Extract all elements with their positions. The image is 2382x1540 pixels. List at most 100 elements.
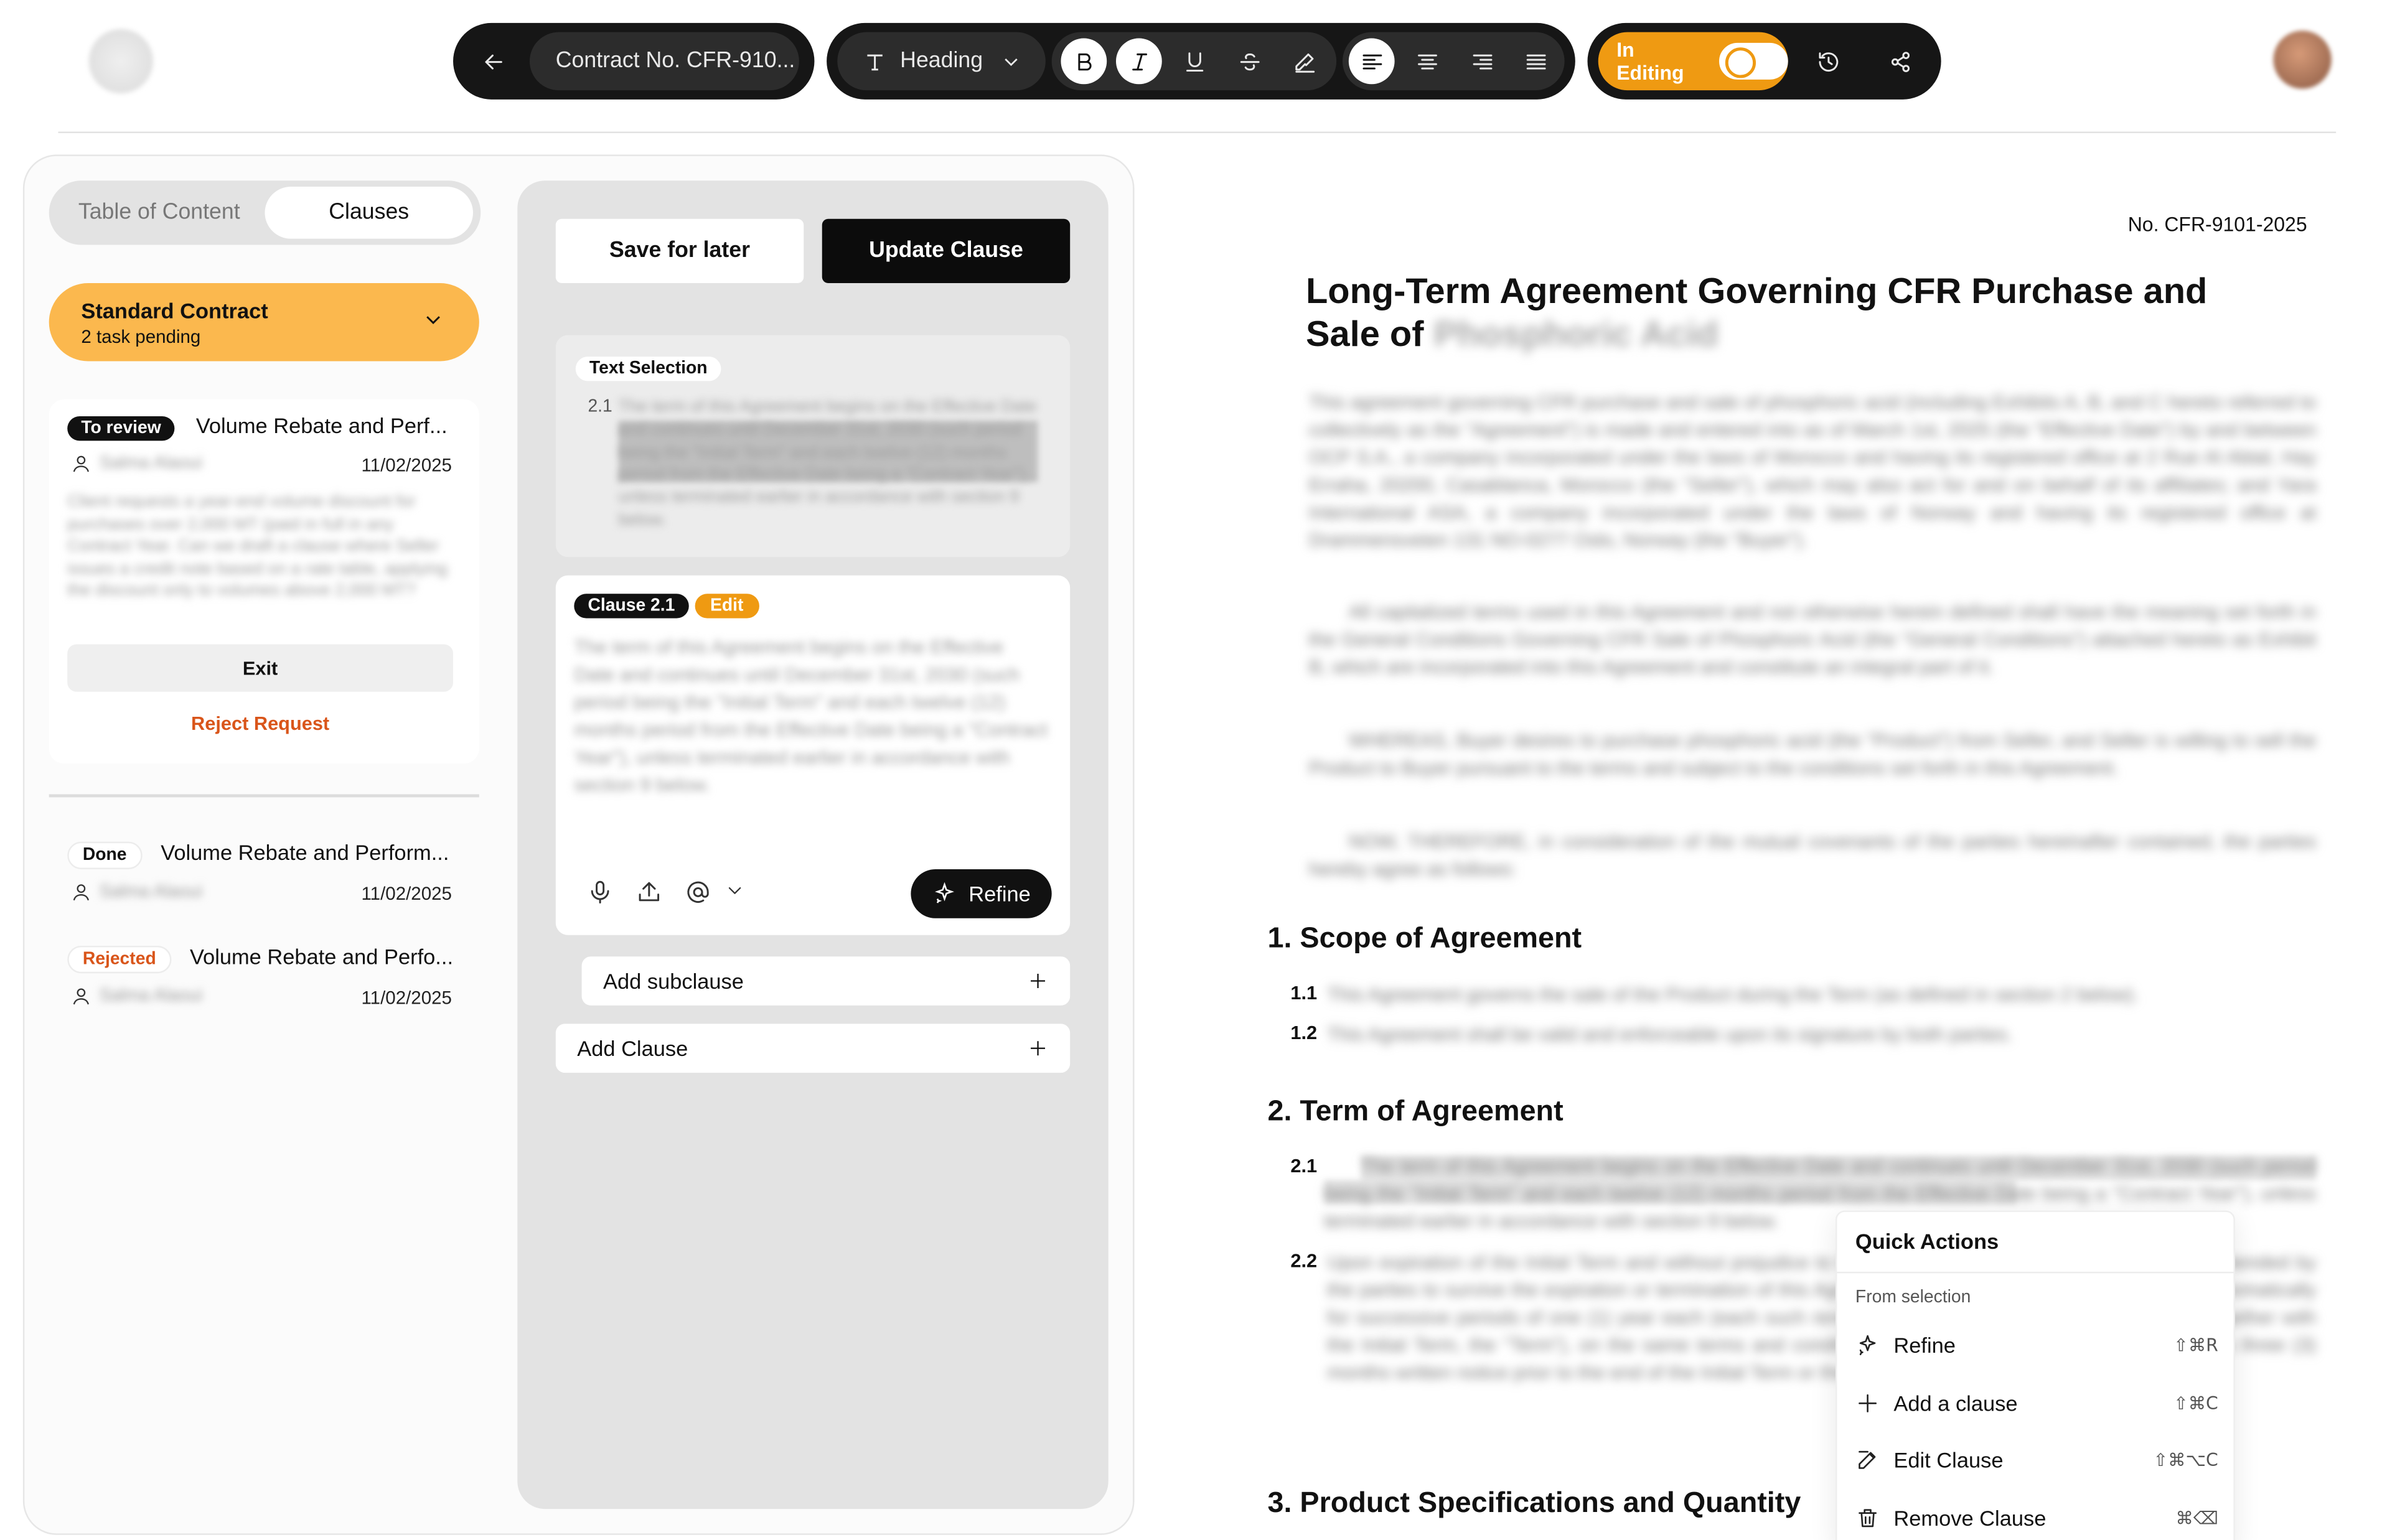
align-right-icon: [1472, 54, 1492, 69]
italic-icon: [1131, 52, 1146, 70]
back-button[interactable]: [470, 38, 516, 84]
request-description: Client requests a year-end volume discou…: [67, 492, 448, 601]
text-style-dropdown[interactable]: Heading: [837, 32, 1046, 91]
clause-edit-card: Clause 2.1 Edit The term of this Agreeme…: [555, 575, 1071, 935]
user-icon: [70, 882, 91, 903]
plus-icon: [1031, 1041, 1046, 1056]
editing-mode-toggle[interactable]: In Editing: [1598, 32, 1788, 91]
chevron-down-icon: [426, 316, 440, 325]
underline-button[interactable]: [1171, 38, 1217, 84]
plus-icon: [1859, 1394, 1877, 1412]
intro-paragraph: This agreement governing CFR purchase an…: [1308, 391, 2317, 551]
header-divider: [58, 131, 2337, 133]
clause-text[interactable]: This Agreement governs the sale of the P…: [1327, 981, 2316, 1009]
reject-request-button[interactable]: Reject Request: [67, 713, 453, 734]
align-left-button[interactable]: [1348, 38, 1395, 85]
quick-actions-title: Quick Actions: [1855, 1228, 1999, 1254]
menu-item-edit-clause[interactable]: Edit Clause ⇧⌘⌥C: [1855, 1442, 2218, 1478]
contract-title: Standard Contract: [81, 298, 268, 323]
align-right-button[interactable]: [1459, 38, 1505, 84]
rejected-badge: Rejected: [67, 945, 172, 974]
add-clause-button[interactable]: Add Clause: [555, 1024, 1071, 1073]
refine-button[interactable]: Refine: [911, 869, 1052, 918]
align-justify-button[interactable]: [1512, 38, 1559, 84]
format-group: [1051, 32, 1337, 91]
menu-item-label: Edit Clause: [1893, 1447, 2004, 1473]
menu-item-refine[interactable]: Refine ⇧⌘R: [1855, 1327, 2218, 1363]
text-style-label: Heading: [900, 49, 983, 74]
company-logo: [88, 29, 153, 94]
clause-tag: Clause 2.1: [574, 594, 689, 618]
tab-table-of-content[interactable]: Table of Content: [55, 187, 263, 239]
request-date: 11/02/2025: [361, 987, 452, 1009]
intro-paragraph: WHEREAS, Buyer desires to purchase phosp…: [1308, 730, 2317, 779]
request-date: 11/02/2025: [361, 454, 452, 476]
save-for-later-button[interactable]: Save for later: [555, 218, 804, 284]
editing-toolbar: In Editing: [1587, 22, 1941, 100]
add-subclause-button[interactable]: Add subclause: [581, 956, 1071, 1006]
add-clause-label: Add Clause: [577, 1036, 688, 1061]
strikethrough-button[interactable]: [1226, 38, 1272, 84]
to-review-badge: To review: [67, 416, 175, 441]
toggle-switch[interactable]: [1719, 42, 1788, 80]
done-badge: Done: [67, 841, 143, 869]
text-selection-tag: Text Selection: [574, 355, 723, 383]
align-center-button[interactable]: [1404, 38, 1450, 84]
section-heading: 3. Product Specifications and Quantity: [1267, 1487, 1801, 1520]
tab-clauses[interactable]: Clauses: [265, 187, 473, 239]
underline-icon: [1185, 51, 1203, 71]
more-options-dropdown[interactable]: [724, 880, 745, 901]
redacted-product-name: Phosphoric Acid: [1433, 313, 1719, 353]
arrow-left-icon: [484, 54, 502, 69]
shortcut-hint: ⇧⌘C: [2173, 1393, 2218, 1414]
user-icon: [70, 453, 91, 474]
requester-name: Salma Alaoui: [99, 454, 202, 473]
selection-number: 2.1: [588, 398, 612, 416]
contract-selector[interactable]: Standard Contract 2 task pending: [49, 283, 479, 362]
sparkle-icon: [1859, 1335, 1876, 1355]
update-clause-button[interactable]: Update Clause: [822, 218, 1071, 284]
sidebar-tabs: Table of Content Clauses: [49, 180, 481, 245]
menu-item-label: Remove Clause: [1893, 1506, 2047, 1531]
quick-actions-menu: Quick Actions From selection Refine ⇧⌘R …: [1835, 1210, 2235, 1540]
clause-text-editor[interactable]: The term of this Agreement begins on the…: [574, 633, 1048, 799]
title-line-2: Sale of Phosphoric Acid: [1306, 314, 2255, 356]
section-heading: 1. Scope of Agreement: [1267, 923, 1582, 955]
menu-item-add-clause[interactable]: Add a clause ⇧⌘C: [1855, 1385, 2218, 1422]
selection-highlight: [618, 421, 1038, 482]
text-selection-card: Text Selection 2.1 The term of this Agre…: [555, 335, 1071, 558]
request-title: Volume Rebate and Perf...: [195, 413, 448, 438]
trash-icon: [1859, 1509, 1877, 1528]
list-item[interactable]: Rejected Volume Rebate and Perfo... Salm…: [49, 935, 479, 1021]
bold-icon: [1077, 52, 1091, 70]
highlighter-button[interactable]: [1282, 38, 1328, 84]
bold-button[interactable]: [1061, 38, 1107, 85]
list-item[interactable]: Done Volume Rebate and Perform... Salma …: [49, 831, 479, 917]
document-title[interactable]: Contract No. CFR-910...: [529, 32, 799, 91]
review-request-card[interactable]: To review Volume Rebate and Perf... Salm…: [49, 399, 479, 764]
user-avatar[interactable]: [2273, 30, 2332, 89]
history-icon: [1818, 51, 1838, 71]
italic-button[interactable]: [1115, 38, 1162, 85]
edit-tag: Edit: [695, 594, 759, 618]
share-button[interactable]: [1877, 38, 1923, 84]
highlighter-icon: [1295, 52, 1314, 72]
align-group: [1342, 32, 1565, 91]
exit-button[interactable]: Exit: [67, 644, 454, 692]
clause-text[interactable]: This Agreement shall be valid and enforc…: [1327, 1020, 2316, 1048]
mention-button[interactable]: [684, 879, 711, 906]
upload-button[interactable]: [635, 879, 663, 906]
text-type-icon: [867, 54, 883, 70]
microphone-button[interactable]: [586, 879, 614, 906]
user-icon: [70, 986, 91, 1007]
microphone-icon: [591, 880, 609, 903]
shortcut-hint: ⌘⌫: [2175, 1507, 2218, 1529]
document-title-heading: Long-Term Agreement Governing CFR Purcha…: [1306, 271, 2255, 355]
intro-paragraph: NOW, THEREFORE, in consideration of the …: [1308, 831, 2317, 880]
requester-name: Salma Alaoui: [99, 987, 202, 1006]
requester-name: Salma Alaoui: [99, 883, 202, 902]
menu-item-remove-clause[interactable]: Remove Clause ⌘⌫: [1855, 1500, 2218, 1536]
plus-icon: [1031, 974, 1046, 989]
title-line-2-prefix: Sale of: [1305, 313, 1424, 353]
history-button[interactable]: [1805, 38, 1851, 84]
